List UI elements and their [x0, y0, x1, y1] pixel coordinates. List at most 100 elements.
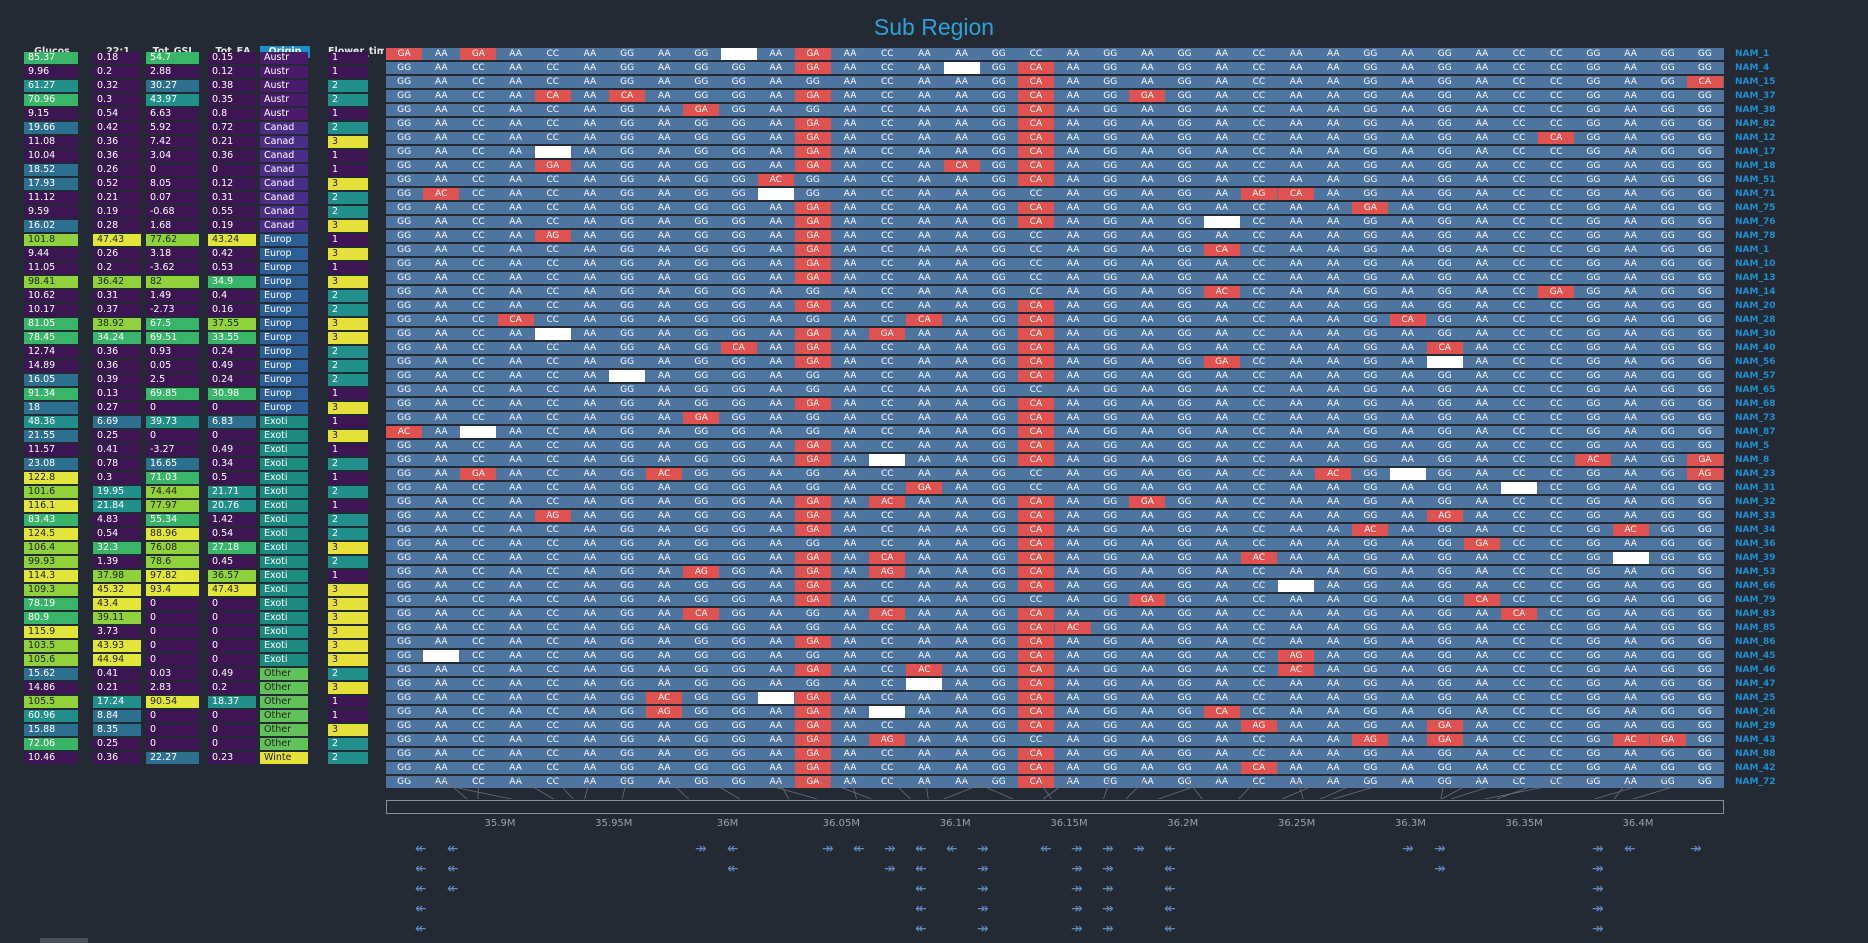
gene-left-arrow-icon[interactable]: ↞	[447, 842, 459, 856]
sample-label[interactable]: NAM_66	[1735, 580, 1775, 592]
gene-right-arrow-icon[interactable]: ↠	[1102, 842, 1114, 856]
sample-label[interactable]: NAM_86	[1735, 636, 1775, 648]
gene-right-arrow-icon[interactable]: ↠	[977, 842, 989, 856]
scrollbar[interactable]	[40, 938, 88, 943]
sample-label[interactable]: NAM_73	[1735, 412, 1775, 424]
gene-right-arrow-icon[interactable]: ↠	[1071, 902, 1083, 916]
gene-left-arrow-icon[interactable]: ↞	[447, 862, 459, 876]
sample-label[interactable]: NAM_1	[1735, 48, 1769, 60]
sample-label[interactable]: NAM_46	[1735, 664, 1775, 676]
sample-label[interactable]: NAM_34	[1735, 524, 1775, 536]
sample-label[interactable]: NAM_23	[1735, 468, 1775, 480]
gene-left-arrow-icon[interactable]: ↞	[915, 902, 927, 916]
gene-right-arrow-icon[interactable]: ↠	[1102, 922, 1114, 936]
gene-right-arrow-icon[interactable]: ↠	[1402, 842, 1414, 856]
sample-label[interactable]: NAM_5	[1735, 440, 1769, 452]
gene-left-arrow-icon[interactable]: ↞	[727, 842, 739, 856]
sample-label[interactable]: NAM_15	[1735, 76, 1775, 88]
gene-left-arrow-icon[interactable]: ↞	[1164, 882, 1176, 896]
gene-left-arrow-icon[interactable]: ↞	[1040, 842, 1052, 856]
gene-left-arrow-icon[interactable]: ↞	[915, 842, 927, 856]
sample-label[interactable]: NAM_8	[1735, 454, 1769, 466]
gene-right-arrow-icon[interactable]: ↠	[1102, 902, 1114, 916]
sample-label[interactable]: NAM_1	[1735, 244, 1769, 256]
sample-label[interactable]: NAM_43	[1735, 734, 1775, 746]
gene-right-arrow-icon[interactable]: ↠	[977, 862, 989, 876]
gene-left-arrow-icon[interactable]: ↞	[946, 842, 958, 856]
sample-label[interactable]: NAM_78	[1735, 230, 1775, 242]
gene-left-arrow-icon[interactable]: ↞	[1624, 842, 1636, 856]
sample-label[interactable]: NAM_68	[1735, 398, 1775, 410]
gene-right-arrow-icon[interactable]: ↠	[1071, 862, 1083, 876]
gene-right-arrow-icon[interactable]: ↠	[977, 902, 989, 916]
sample-label[interactable]: NAM_26	[1735, 706, 1775, 718]
sample-label[interactable]: NAM_42	[1735, 762, 1775, 774]
gene-left-arrow-icon[interactable]: ↞	[415, 922, 427, 936]
genome-axis[interactable]	[386, 800, 1724, 814]
gene-right-arrow-icon[interactable]: ↠	[1592, 922, 1604, 936]
sample-label[interactable]: NAM_33	[1735, 510, 1775, 522]
sample-label[interactable]: NAM_10	[1735, 258, 1775, 270]
gene-right-arrow-icon[interactable]: ↠	[1592, 842, 1604, 856]
gene-right-arrow-icon[interactable]: ↠	[884, 842, 896, 856]
gene-right-arrow-icon[interactable]: ↠	[1133, 842, 1145, 856]
gene-right-arrow-icon[interactable]: ↠	[822, 842, 834, 856]
sample-label[interactable]: NAM_31	[1735, 482, 1775, 494]
sample-label[interactable]: NAM_72	[1735, 776, 1775, 788]
gene-right-arrow-icon[interactable]: ↠	[977, 882, 989, 896]
sample-label[interactable]: NAM_76	[1735, 216, 1775, 228]
sample-label[interactable]: NAM_53	[1735, 566, 1775, 578]
sample-label[interactable]: NAM_17	[1735, 146, 1775, 158]
sample-label[interactable]: NAM_56	[1735, 356, 1775, 368]
gene-right-arrow-icon[interactable]: ↠	[1592, 902, 1604, 916]
sample-label[interactable]: NAM_82	[1735, 118, 1775, 130]
sample-label[interactable]: NAM_13	[1735, 272, 1775, 284]
sample-label[interactable]: NAM_25	[1735, 692, 1775, 704]
sample-label[interactable]: NAM_88	[1735, 748, 1775, 760]
sample-label[interactable]: NAM_14	[1735, 286, 1775, 298]
gene-left-arrow-icon[interactable]: ↞	[415, 902, 427, 916]
sample-label[interactable]: NAM_87	[1735, 426, 1775, 438]
gene-left-arrow-icon[interactable]: ↞	[1164, 922, 1176, 936]
sample-label[interactable]: NAM_83	[1735, 608, 1775, 620]
gene-right-arrow-icon[interactable]: ↠	[1690, 842, 1702, 856]
sample-label[interactable]: NAM_39	[1735, 552, 1775, 564]
sample-label[interactable]: NAM_65	[1735, 384, 1775, 396]
gene-right-arrow-icon[interactable]: ↠	[695, 842, 707, 856]
sample-label[interactable]: NAM_57	[1735, 370, 1775, 382]
gene-right-arrow-icon[interactable]: ↠	[977, 922, 989, 936]
gene-right-arrow-icon[interactable]: ↠	[1102, 862, 1114, 876]
sample-label[interactable]: NAM_4	[1735, 62, 1769, 74]
sample-label[interactable]: NAM_12	[1735, 132, 1775, 144]
sample-label[interactable]: NAM_38	[1735, 104, 1775, 116]
sample-label[interactable]: NAM_18	[1735, 160, 1775, 172]
sample-label[interactable]: NAM_71	[1735, 188, 1775, 200]
gene-left-arrow-icon[interactable]: ↞	[915, 922, 927, 936]
sample-label[interactable]: NAM_51	[1735, 174, 1775, 186]
gene-left-arrow-icon[interactable]: ↞	[727, 862, 739, 876]
gene-right-arrow-icon[interactable]: ↠	[1592, 882, 1604, 896]
gene-right-arrow-icon[interactable]: ↠	[1434, 862, 1446, 876]
gene-left-arrow-icon[interactable]: ↞	[415, 862, 427, 876]
gene-right-arrow-icon[interactable]: ↠	[884, 862, 896, 876]
gene-right-arrow-icon[interactable]: ↠	[1434, 842, 1446, 856]
gene-left-arrow-icon[interactable]: ↞	[447, 882, 459, 896]
gene-left-arrow-icon[interactable]: ↞	[853, 842, 865, 856]
sample-label[interactable]: NAM_36	[1735, 538, 1775, 550]
sample-label[interactable]: NAM_85	[1735, 622, 1775, 634]
sample-label[interactable]: NAM_30	[1735, 328, 1775, 340]
sample-label[interactable]: NAM_32	[1735, 496, 1775, 508]
sample-label[interactable]: NAM_20	[1735, 300, 1775, 312]
gene-right-arrow-icon[interactable]: ↠	[1071, 922, 1083, 936]
gene-left-arrow-icon[interactable]: ↞	[1164, 902, 1176, 916]
sample-label[interactable]: NAM_75	[1735, 202, 1775, 214]
sample-label[interactable]: NAM_40	[1735, 342, 1775, 354]
sample-label[interactable]: NAM_45	[1735, 650, 1775, 662]
gene-left-arrow-icon[interactable]: ↞	[415, 842, 427, 856]
gene-right-arrow-icon[interactable]: ↠	[1102, 882, 1114, 896]
sample-label[interactable]: NAM_29	[1735, 720, 1775, 732]
gene-right-arrow-icon[interactable]: ↠	[1071, 842, 1083, 856]
gene-right-arrow-icon[interactable]: ↠	[1592, 862, 1604, 876]
sample-label[interactable]: NAM_37	[1735, 90, 1775, 102]
gene-left-arrow-icon[interactable]: ↞	[1164, 862, 1176, 876]
